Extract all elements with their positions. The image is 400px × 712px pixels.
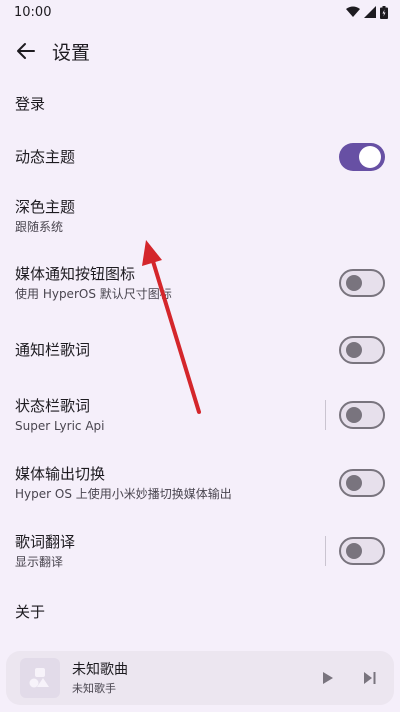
settings-item-subtitle: Hyper OS 上使用小米妙播切换媒体输出 (15, 487, 232, 501)
status-time: 10:00 (14, 4, 52, 20)
settings-item-title: 歌词翻译 (15, 533, 76, 551)
settings-item-subtitle: 使用 HyperOS 默认尺寸图标 (15, 287, 172, 301)
page-title: 设置 (52, 41, 91, 64)
status-icons (346, 5, 388, 19)
back-button[interactable] (2, 27, 50, 75)
skip-next-icon (364, 672, 376, 684)
signal-icon (364, 6, 376, 18)
settings-item-dynamic-theme[interactable]: 动态主题 (0, 130, 400, 184)
notif-lyrics-switch[interactable] (339, 336, 385, 364)
lyric-translate-switch[interactable] (339, 537, 385, 565)
row-divider (325, 400, 326, 430)
settings-item-dark-theme[interactable]: 深色主题 跟随系统 (0, 184, 400, 248)
music-placeholder-icon (29, 668, 49, 688)
media-output-switch[interactable] (339, 469, 385, 497)
player-controls (318, 651, 380, 705)
play-icon (323, 672, 333, 684)
media-notif-icon-switch[interactable] (339, 269, 385, 297)
switch-thumb (346, 543, 362, 559)
settings-item-about[interactable]: 关于 (0, 584, 400, 640)
settings-item-title: 登录 (15, 95, 46, 113)
song-title: 未知歌曲 (72, 661, 128, 678)
album-cover (20, 658, 60, 698)
song-artist: 未知歌手 (72, 681, 116, 695)
settings-item-subtitle: 跟随系统 (15, 220, 64, 234)
dynamic-theme-switch[interactable] (339, 143, 385, 171)
battery-icon (380, 5, 388, 19)
next-button[interactable] (360, 668, 380, 688)
settings-item-title: 关于 (15, 603, 46, 621)
switch-thumb (346, 407, 362, 423)
switch-thumb (346, 275, 362, 291)
settings-item-title: 媒体输出切换 (15, 465, 106, 483)
statusbar-lyrics-switch[interactable] (339, 401, 385, 429)
settings-list: 登录 动态主题 深色主题 跟随系统 媒体通知按钮图标 使用 HyperOS 默认… (0, 78, 400, 640)
settings-item-lyric-translate[interactable]: 歌词翻译 显示翻译 (0, 518, 400, 584)
settings-item-media-output[interactable]: 媒体输出切换 Hyper OS 上使用小米妙播切换媒体输出 (0, 448, 400, 518)
settings-item-media-notif-icon[interactable]: 媒体通知按钮图标 使用 HyperOS 默认尺寸图标 (0, 248, 400, 318)
play-button[interactable] (318, 668, 338, 688)
arrow-back-icon (17, 43, 35, 59)
mini-player[interactable]: 未知歌曲 未知歌手 (6, 651, 394, 705)
settings-item-notif-lyrics[interactable]: 通知栏歌词 (0, 318, 400, 382)
settings-item-title: 状态栏歌词 (15, 397, 91, 415)
song-info: 未知歌曲 未知歌手 (72, 661, 128, 696)
settings-item-statusbar-lyrics[interactable]: 状态栏歌词 Super Lyric Api (0, 382, 400, 448)
wifi-icon (346, 6, 360, 17)
settings-item-title: 深色主题 (15, 198, 76, 216)
switch-thumb (359, 146, 381, 168)
settings-item-subtitle: 显示翻译 (15, 555, 64, 569)
settings-item-title: 动态主题 (15, 148, 76, 166)
switch-thumb (346, 475, 362, 491)
settings-item-subtitle: Super Lyric Api (15, 419, 105, 433)
top-app-bar: 设置 (0, 24, 400, 78)
settings-item-login[interactable]: 登录 (0, 78, 400, 130)
switch-thumb (346, 342, 362, 358)
row-divider (325, 536, 326, 566)
settings-item-title: 通知栏歌词 (15, 341, 91, 359)
status-bar: 10:00 (0, 0, 400, 24)
settings-item-title: 媒体通知按钮图标 (15, 265, 136, 283)
